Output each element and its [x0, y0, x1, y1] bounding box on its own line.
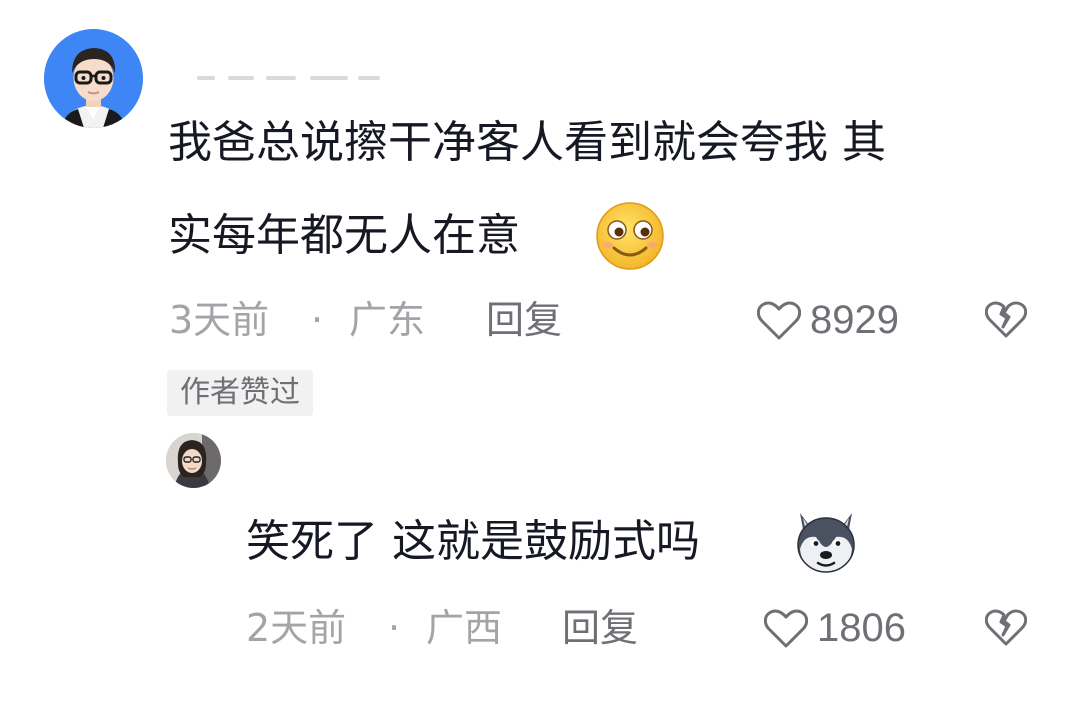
reply-text: 笑死了 这就是鼓励式吗 [246, 516, 700, 567]
comment-text-line1: 我爸总说擦干净客人看到就会夸我 其 [168, 117, 886, 168]
meta-separator: · [311, 298, 324, 342]
author-liked-badge: 作者赞过 [167, 370, 313, 416]
reply-time: 2天前 [246, 606, 347, 650]
reply-button[interactable]: 回复 [562, 607, 638, 649]
heart-outline-icon[interactable] [764, 609, 808, 649]
reply-button[interactable]: 回复 [486, 299, 562, 341]
like-count: 8929 [810, 298, 899, 342]
comment-text-line2: 实每年都无人在意 [168, 210, 520, 261]
commenter-avatar[interactable] [44, 29, 143, 128]
boy-avatar-image [44, 29, 143, 128]
reply-location: 广西 [426, 606, 503, 650]
husky-dog-emoji-icon [797, 513, 855, 573]
comment-time: 3天前 [169, 298, 270, 342]
heart-outline-icon[interactable] [757, 301, 801, 341]
comment-location: 广东 [349, 298, 426, 342]
meta-separator: · [388, 606, 401, 650]
replier-avatar[interactable] [166, 433, 221, 488]
like-count: 1806 [817, 606, 906, 650]
girl-avatar-image [166, 433, 221, 488]
broken-heart-icon[interactable] [985, 301, 1027, 339]
broken-heart-icon[interactable] [985, 609, 1027, 647]
smiling-face-emoji-icon [596, 202, 664, 270]
